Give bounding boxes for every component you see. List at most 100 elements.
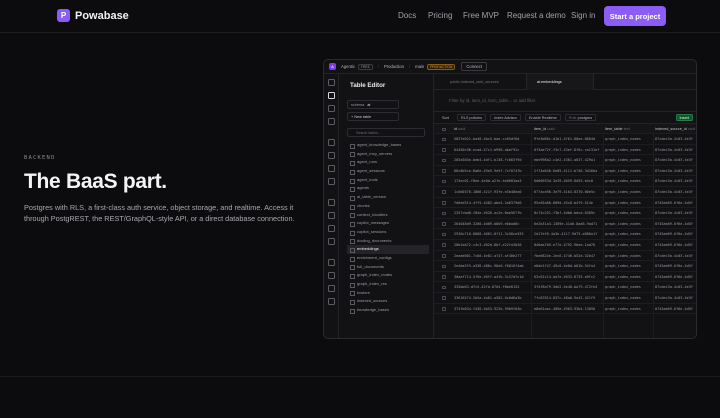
table-cell[interactable]: 3f4f8a79-5de2-4e40-ba79-472fe4: [534, 282, 602, 293]
table-cell[interactable]: 0745ab69-6f6e-4d5f: [655, 219, 696, 230]
row-checkbox[interactable]: [442, 158, 446, 163]
table-cell[interactable]: 04450c96-ecad-47c1-b996-abef92c: [454, 145, 524, 156]
row-checkbox[interactable]: [442, 190, 446, 195]
row-checkbox[interactable]: [442, 148, 446, 152]
table-row[interactable]: 2357cbd0-f84e-4626-ac2e-0ae567fb 0c74c251…: [434, 208, 696, 219]
table-cell[interactable]: 0745ab69-6f6e-4d5f: [655, 198, 696, 209]
insert-button[interactable]: Insert: [675, 114, 693, 121]
table-cell[interactable]: 0745ab69-6f6e-4d5f: [655, 304, 696, 315]
sidebar-item-table-active[interactable]: embeddings: [347, 245, 429, 254]
table-row[interactable]: 174ec01-f8ee-4e0d-a2fe-4e0603aa3 6d66693d…: [434, 176, 696, 187]
table-cell[interactable]: 87cdec3a-4c03-4e3f: [655, 251, 696, 262]
row-checkbox[interactable]: [442, 254, 446, 258]
sidebar-item-table[interactable]: agent_mcp_servers: [347, 150, 429, 159]
table-row[interactable]: 08c8b5ce-8a6e-49e5-9e5f-7cf074fb 2f74a640…: [434, 166, 696, 177]
table-cell[interactable]: graph_index_nodes: [605, 166, 653, 177]
table-cell[interactable]: graph_index_nodes: [605, 293, 653, 304]
table-cell[interactable]: 95c65a80-809d-45c8-b4f9-514e: [534, 198, 602, 209]
table-cell[interactable]: 87cdec3a-4c03-4e3f: [655, 187, 696, 198]
table-cell[interactable]: e8e61aac-409e-4963-93b4-13850: [534, 304, 602, 315]
table-cell[interactable]: 2f74a640-6e05-4111-b746-3d26ba: [534, 166, 602, 177]
sort-button[interactable]: Sort: [438, 114, 453, 121]
filter-input[interactable]: Filter by id, item_id, item_table... or …: [434, 90, 696, 112]
table-cell[interactable]: graph_index_nodes: [605, 272, 653, 283]
connect-button[interactable]: Connect: [461, 62, 487, 71]
table-cell[interactable]: 9fe3d06c-d1b1-4f61-80ee-0604d: [534, 134, 602, 145]
integrations-icon[interactable]: [328, 259, 335, 266]
table-row[interactable]: 335bb63-d7c5-42fd-8704-f0be8153 3f4f8a79-…: [434, 282, 696, 293]
table-cell[interactable]: 7fc87814-837c-48a0-9e42-421f9: [534, 293, 602, 304]
table-cell[interactable]: 285a304e-beb4-4df1-b138-fc003f9d: [454, 155, 524, 166]
table-cell[interactable]: 2357cbd0-f84e-4626-ac2e-0ae567fb: [454, 208, 524, 219]
table-row[interactable]: 2eade001-7c8d-4e81-a747-af40e277 fbe6824e…: [434, 251, 696, 262]
sidebar-item-table[interactable]: enrichment_configs: [347, 254, 429, 263]
table-row[interactable]: 20b1da72-c4c3-402d-8bf-e22fa3040 040aa7b9…: [434, 240, 696, 251]
table-cell[interactable]: ebe998a2-c4e2-4361-a637-429a1: [534, 155, 602, 166]
table-cell[interactable]: 6d66693d-3e39-4659-8d55-b4c0: [534, 176, 602, 187]
table-cell[interactable]: 2930c710-8668-4061-8f11-3c58ce553: [454, 229, 524, 240]
row-checkbox[interactable]: [442, 232, 446, 237]
sidebar-item-table[interactable]: agents: [347, 184, 429, 193]
sidebar-item-table[interactable]: kvstore: [347, 289, 429, 298]
row-checkbox[interactable]: [442, 179, 446, 184]
sidebar-item-table[interactable]: copilot_sessions: [347, 228, 429, 237]
index-advisor-button[interactable]: Index Advisor: [490, 114, 521, 121]
table-cell[interactable]: 20b1da72-c4c3-402d-8bf-e22fa3040: [454, 240, 524, 251]
functions-icon[interactable]: [328, 165, 335, 172]
list-icon[interactable]: [328, 285, 335, 292]
table-cell[interactable]: 2eade001-7c8d-4e81-a747-af40e277: [454, 251, 524, 262]
table-cell[interactable]: graph_index_nodes: [605, 229, 653, 240]
schema-select[interactable]: schema ai: [347, 100, 399, 109]
table-cell[interactable]: 2d17ef6-4a3e-4117-9d73-e686a1f: [534, 229, 602, 240]
table-editor-icon[interactable]: [328, 92, 335, 99]
table-row[interactable]: 2930c710-8668-4061-8f11-3c58ce553 2d17ef6…: [434, 229, 696, 240]
row-checkbox[interactable]: [442, 307, 446, 311]
column-header-id[interactable]: id uuid: [454, 124, 524, 134]
row-checkbox[interactable]: [442, 201, 446, 205]
sidebar-item-table[interactable]: indexed_sources: [347, 297, 429, 306]
table-cell[interactable]: graph_index_nodes: [605, 176, 653, 187]
table-cell[interactable]: graph_index_nodes: [605, 187, 653, 198]
table-cell[interactable]: fbe6824e-2ec6-4746-b52d-32b47: [534, 251, 602, 262]
table-cell[interactable]: 87cdec3a-4c03-4e3f: [655, 208, 696, 219]
table-cell[interactable]: 87cdec3a-4c03-4e3f: [655, 282, 696, 293]
storage-icon[interactable]: [328, 152, 335, 159]
table-cell[interactable]: graph_index_nodes: [605, 304, 653, 315]
table-cell[interactable]: 0f3ae72f-f3c7-43ef-8f6c-ca131ef: [534, 145, 602, 156]
table-cell[interactable]: 677aca96-3e79-41b3-8370-00e5c: [534, 187, 602, 198]
row-checkbox[interactable]: [442, 137, 446, 142]
row-checkbox[interactable]: [442, 222, 446, 226]
sidebar-item-table[interactable]: full_documents: [347, 263, 429, 272]
code-icon[interactable]: [328, 272, 335, 279]
table-row[interactable]: 33616274-2b5a-4a81-a582-0c0d6a3b 7fc87814…: [434, 293, 696, 304]
sidebar-item-table[interactable]: graph_index_nodes: [347, 271, 429, 280]
table-row[interactable]: 285a304e-beb4-4df1-b138-fc003f9d ebe998a2…: [434, 155, 696, 166]
table-row[interactable]: 1c0d0378-1006-421f-93fe-e3b48ea0 677aca96…: [434, 187, 696, 198]
table-cell[interactable]: 0745ab69-6f6e-4d5f: [655, 272, 696, 283]
table-cell[interactable]: 335bb63-d7c5-42fd-8704-f0be8153: [454, 282, 524, 293]
table-cell[interactable]: 040aa7b9-e77e-4792-9bee-1ad78: [534, 240, 602, 251]
table-row[interactable]: 30aaf714-5f9e-46ff-a4fb-3c37dfc1d2 63c01c…: [434, 272, 696, 283]
sidebar-item-table[interactable]: copilot_messages: [347, 219, 429, 228]
rls-policies-button[interactable]: RLS policies: [456, 114, 487, 121]
branch-name[interactable]: main: [415, 64, 424, 69]
table-cell[interactable]: graph_index_nodes: [605, 240, 653, 251]
column-header-item-id[interactable]: item_id uuid: [534, 124, 602, 134]
table-cell[interactable]: 0745ab69-6f6e-4d5f: [655, 261, 696, 272]
start-project-button[interactable]: Start a project: [604, 6, 666, 26]
table-cell[interactable]: 264048d9-3200-4d09-b6b9-e0bad6c: [454, 219, 524, 230]
table-cell[interactable]: 63c01c14-da7e-4633-8735-a9fc2: [534, 272, 602, 283]
table-cell[interactable]: 87cdec3a-4c03-4e3f: [655, 145, 696, 156]
table-cell[interactable]: 1c0d0378-1006-421f-93fe-e3b48ea0: [454, 187, 524, 198]
table-cell[interactable]: 0745ab69-6f6e-4d5f: [655, 240, 696, 251]
sidebar-item-table[interactable]: agent_knowledge_bases: [347, 141, 429, 150]
table-row[interactable]: 374fb034-f430-4b53-922b-59b9f64b e8e61aac…: [434, 304, 696, 315]
table-cell[interactable]: graph_index_nodes: [605, 145, 653, 156]
sidebar-item-table[interactable]: context_handlers: [347, 211, 429, 220]
row-checkbox[interactable]: [442, 285, 446, 290]
sidebar-item-table[interactable]: agent_runs: [347, 158, 429, 167]
advisors-icon[interactable]: [328, 199, 335, 206]
logs-icon[interactable]: [328, 225, 335, 232]
table-row[interactable]: 2e4da3f5-a336-486c-96e6-f6016f4ad e6de1f4…: [434, 261, 696, 272]
row-checkbox[interactable]: [442, 275, 446, 279]
